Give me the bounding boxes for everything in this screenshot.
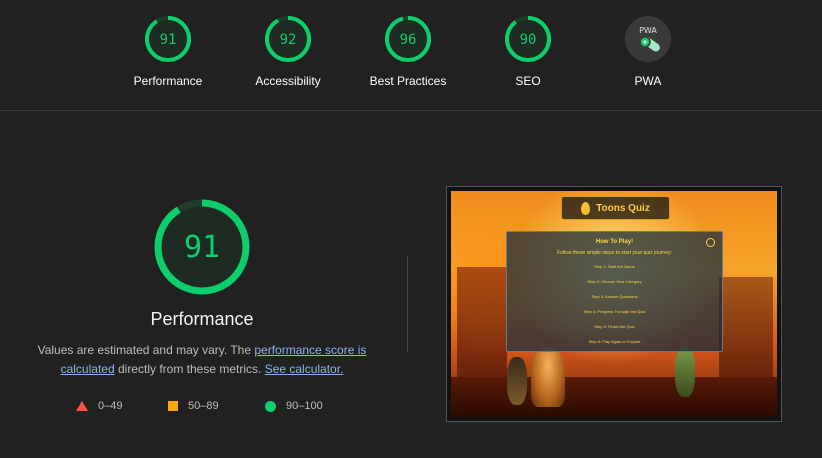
gauge-best-practices-score: 96 bbox=[400, 32, 417, 48]
gauge-pwa-label: PWA bbox=[634, 74, 662, 88]
how-to-play-heading: How To Play! bbox=[595, 239, 634, 245]
legend-pass-range: 90–100 bbox=[286, 400, 323, 412]
gauge-performance[interactable]: 91 Performance bbox=[113, 14, 223, 88]
monkey-character-image bbox=[531, 347, 565, 407]
pwa-badge-text: PWA bbox=[639, 26, 657, 35]
pwa-badge-icon: PWA bbox=[625, 16, 671, 62]
gauge-seo-score: 90 bbox=[520, 32, 537, 48]
gauge-seo-ring: 90 bbox=[505, 16, 551, 62]
final-screenshot-thumbnail[interactable]: Toons Quiz How To Play! Follow these sim… bbox=[446, 186, 782, 422]
gauge-accessibility[interactable]: 92 Accessibility bbox=[233, 14, 343, 88]
triangle-icon bbox=[76, 401, 88, 411]
how-to-play-subheading: Follow these simple steps to start your … bbox=[557, 250, 672, 256]
performance-score-value: 91 bbox=[184, 230, 220, 265]
step-item: Step 2: Choose Your Category bbox=[587, 279, 642, 284]
ground-image bbox=[451, 377, 777, 417]
step-item: Step 6: Play Again or Explore bbox=[588, 339, 641, 344]
legend-pass: 90–100 bbox=[265, 400, 323, 412]
gauge-performance-ring: 91 bbox=[145, 16, 191, 62]
gauge-seo[interactable]: 90 SEO bbox=[473, 14, 583, 88]
character-image bbox=[507, 357, 527, 405]
character-image bbox=[675, 347, 695, 397]
description-prefix: Values are estimated and may vary. The bbox=[37, 343, 255, 357]
gauge-performance-label: Performance bbox=[133, 74, 203, 88]
step-item: Step 3: Answer Questions bbox=[591, 294, 638, 299]
description-middle: directly from these metrics. bbox=[114, 362, 265, 376]
gauge-accessibility-label: Accessibility bbox=[255, 74, 321, 88]
square-icon bbox=[168, 401, 178, 411]
performance-score-gauge: 91 bbox=[154, 199, 250, 295]
gauge-best-practices-ring: 96 bbox=[385, 16, 431, 62]
gauge-best-practices-label: Best Practices bbox=[369, 74, 447, 88]
step-item: Step 1: Start the Game bbox=[594, 264, 635, 269]
see-calculator-link[interactable]: See calculator. bbox=[265, 362, 344, 376]
temple-left-image bbox=[457, 267, 507, 387]
legend-fail: 0–49 bbox=[76, 400, 122, 412]
circle-icon bbox=[265, 400, 276, 412]
performance-title: Performance bbox=[150, 309, 254, 329]
legend-average: 50–89 bbox=[168, 400, 219, 412]
section-divider bbox=[407, 256, 408, 352]
gauge-pwa[interactable]: PWA PWA bbox=[593, 14, 703, 88]
egg-icon bbox=[581, 201, 591, 215]
category-scores-bar: 91 Performance 92 Accessibility 96 Best … bbox=[0, 0, 822, 111]
gauge-performance-score: 91 bbox=[160, 32, 177, 48]
legend-average-range: 50–89 bbox=[188, 400, 219, 412]
performance-description: Values are estimated and may vary. The p… bbox=[30, 341, 374, 379]
step-item: Step 5: Finish the Quiz bbox=[594, 324, 635, 329]
gauge-accessibility-ring: 92 bbox=[265, 16, 311, 62]
gauge-seo-label: SEO bbox=[515, 74, 541, 88]
gauge-best-practices[interactable]: 96 Best Practices bbox=[353, 14, 463, 88]
gauge-accessibility-score: 92 bbox=[280, 32, 297, 48]
step-item: Step 4: Progress Through the Quiz bbox=[583, 309, 646, 314]
how-to-play-panel: How To Play! Follow these simple steps t… bbox=[506, 231, 723, 352]
quiz-title: Toons Quiz bbox=[596, 202, 650, 214]
legend-fail-range: 0–49 bbox=[98, 400, 123, 412]
quiz-title-banner: Toons Quiz bbox=[561, 196, 670, 220]
